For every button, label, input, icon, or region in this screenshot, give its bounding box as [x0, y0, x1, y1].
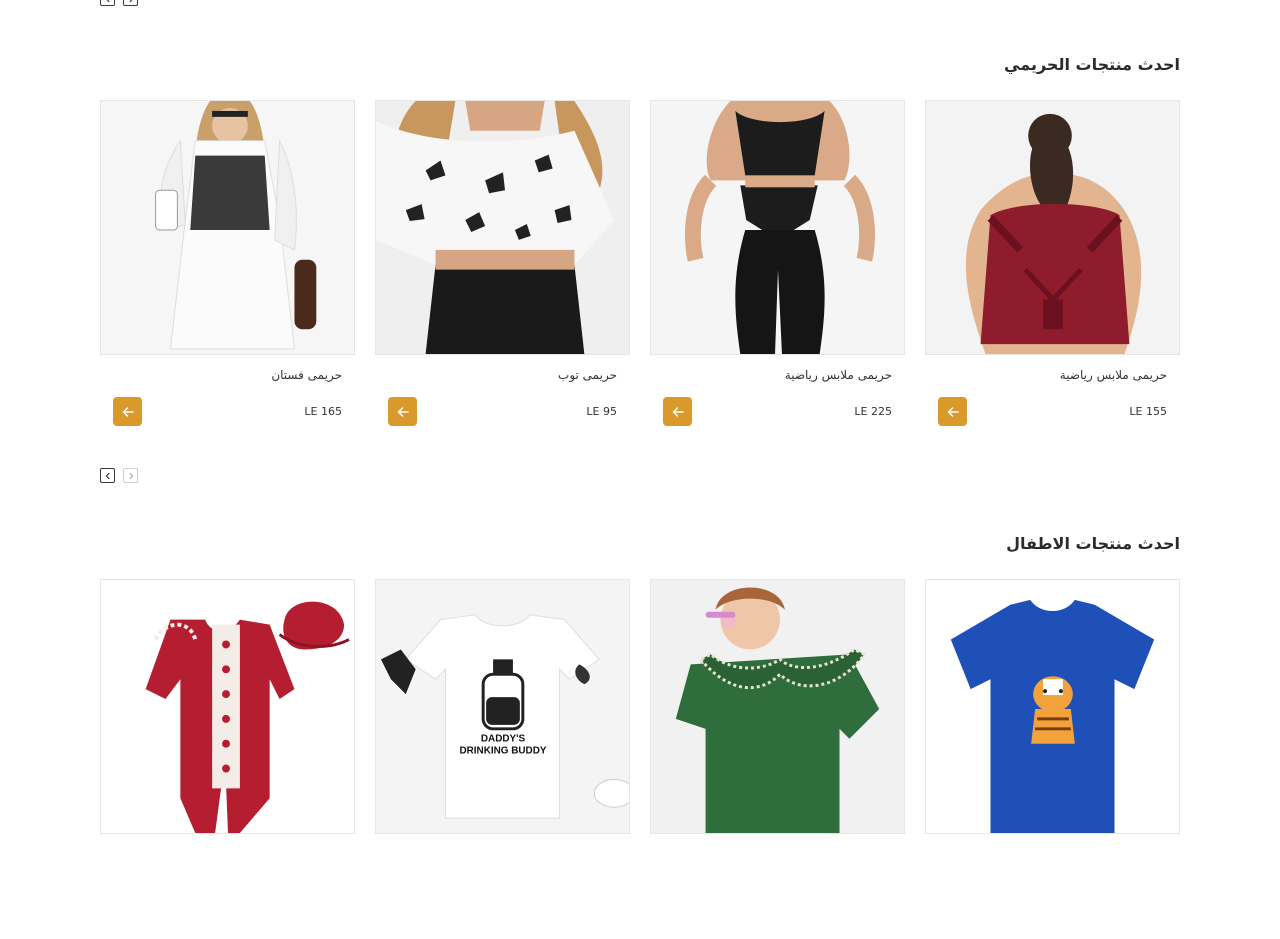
product-name[interactable]: حريمى ملابس رياضية [785, 368, 892, 382]
section-title-kids: احدث منتجات الاطفال [1006, 534, 1180, 553]
chevron-left-icon [106, 0, 110, 2]
product-image[interactable] [650, 100, 905, 355]
maroon-sports-bra-image [926, 101, 1179, 354]
white-shirt-dress-image [101, 101, 354, 354]
chevron-right-icon [128, 472, 133, 479]
product-image[interactable] [925, 100, 1180, 355]
prev-button[interactable] [100, 0, 115, 6]
product-name[interactable]: حريمى ملابس رياضية [1060, 368, 1167, 382]
product-image[interactable] [925, 579, 1180, 834]
product-grid-women: حريمى ملابس رياضية LE 155 حريمى ملابس ري… [100, 100, 1180, 460]
red-lace-romper-image [101, 580, 354, 833]
onesie-print-line1: DADDY'S [481, 734, 526, 745]
product-card[interactable]: DADDY'S DRINKING BUDDY [375, 579, 630, 939]
product-name[interactable]: حريمى توب [558, 368, 617, 382]
product-price: LE 155 [1129, 405, 1167, 418]
product-card[interactable]: حريمى توب LE 95 [375, 100, 630, 460]
product-card[interactable]: حريمى ملابس رياضية LE 225 [650, 100, 905, 460]
prev-button[interactable] [100, 468, 115, 483]
chevron-right-icon [128, 0, 132, 2]
product-price: LE 95 [586, 405, 617, 418]
product-name[interactable]: حريمى فستان [271, 368, 342, 382]
product-grid-kids: DADDY'S DRINKING BUDDY [100, 579, 1180, 939]
arrow-left-icon [672, 406, 684, 417]
arrow-left-icon [947, 406, 959, 417]
product-image[interactable]: DADDY'S DRINKING BUDDY [375, 579, 630, 834]
product-card[interactable] [100, 579, 355, 939]
blue-tiger-tshirt-image [926, 580, 1179, 833]
pager-women [100, 468, 138, 483]
product-price: LE 165 [304, 405, 342, 418]
product-image[interactable] [650, 579, 905, 834]
product-card[interactable]: حريمى فستان LE 165 [100, 100, 355, 460]
product-image[interactable] [100, 579, 355, 834]
product-card[interactable] [925, 579, 1180, 939]
product-image[interactable] [100, 100, 355, 355]
next-button[interactable] [123, 0, 138, 6]
butterfly-crop-top-image [376, 101, 629, 354]
chevron-left-icon [105, 472, 110, 479]
product-image[interactable] [375, 100, 630, 355]
onesie-print-line2: DRINKING BUDDY [460, 746, 547, 757]
add-to-cart-button[interactable] [938, 397, 967, 426]
daddys-drinking-buddy-onesie-image: DADDY'S DRINKING BUDDY [376, 580, 629, 833]
add-to-cart-button[interactable] [663, 397, 692, 426]
arrow-left-icon [397, 406, 409, 417]
next-button[interactable] [123, 468, 138, 483]
pager-top [100, 0, 138, 6]
green-collar-dress-image [651, 580, 904, 833]
black-sports-set-image [651, 101, 904, 354]
arrow-left-icon [122, 406, 134, 417]
add-to-cart-button[interactable] [113, 397, 142, 426]
product-card[interactable] [650, 579, 905, 939]
section-title-women: احدث منتجات الحريمي [1004, 55, 1180, 74]
product-price: LE 225 [854, 405, 892, 418]
product-card[interactable]: حريمى ملابس رياضية LE 155 [925, 100, 1180, 460]
add-to-cart-button[interactable] [388, 397, 417, 426]
